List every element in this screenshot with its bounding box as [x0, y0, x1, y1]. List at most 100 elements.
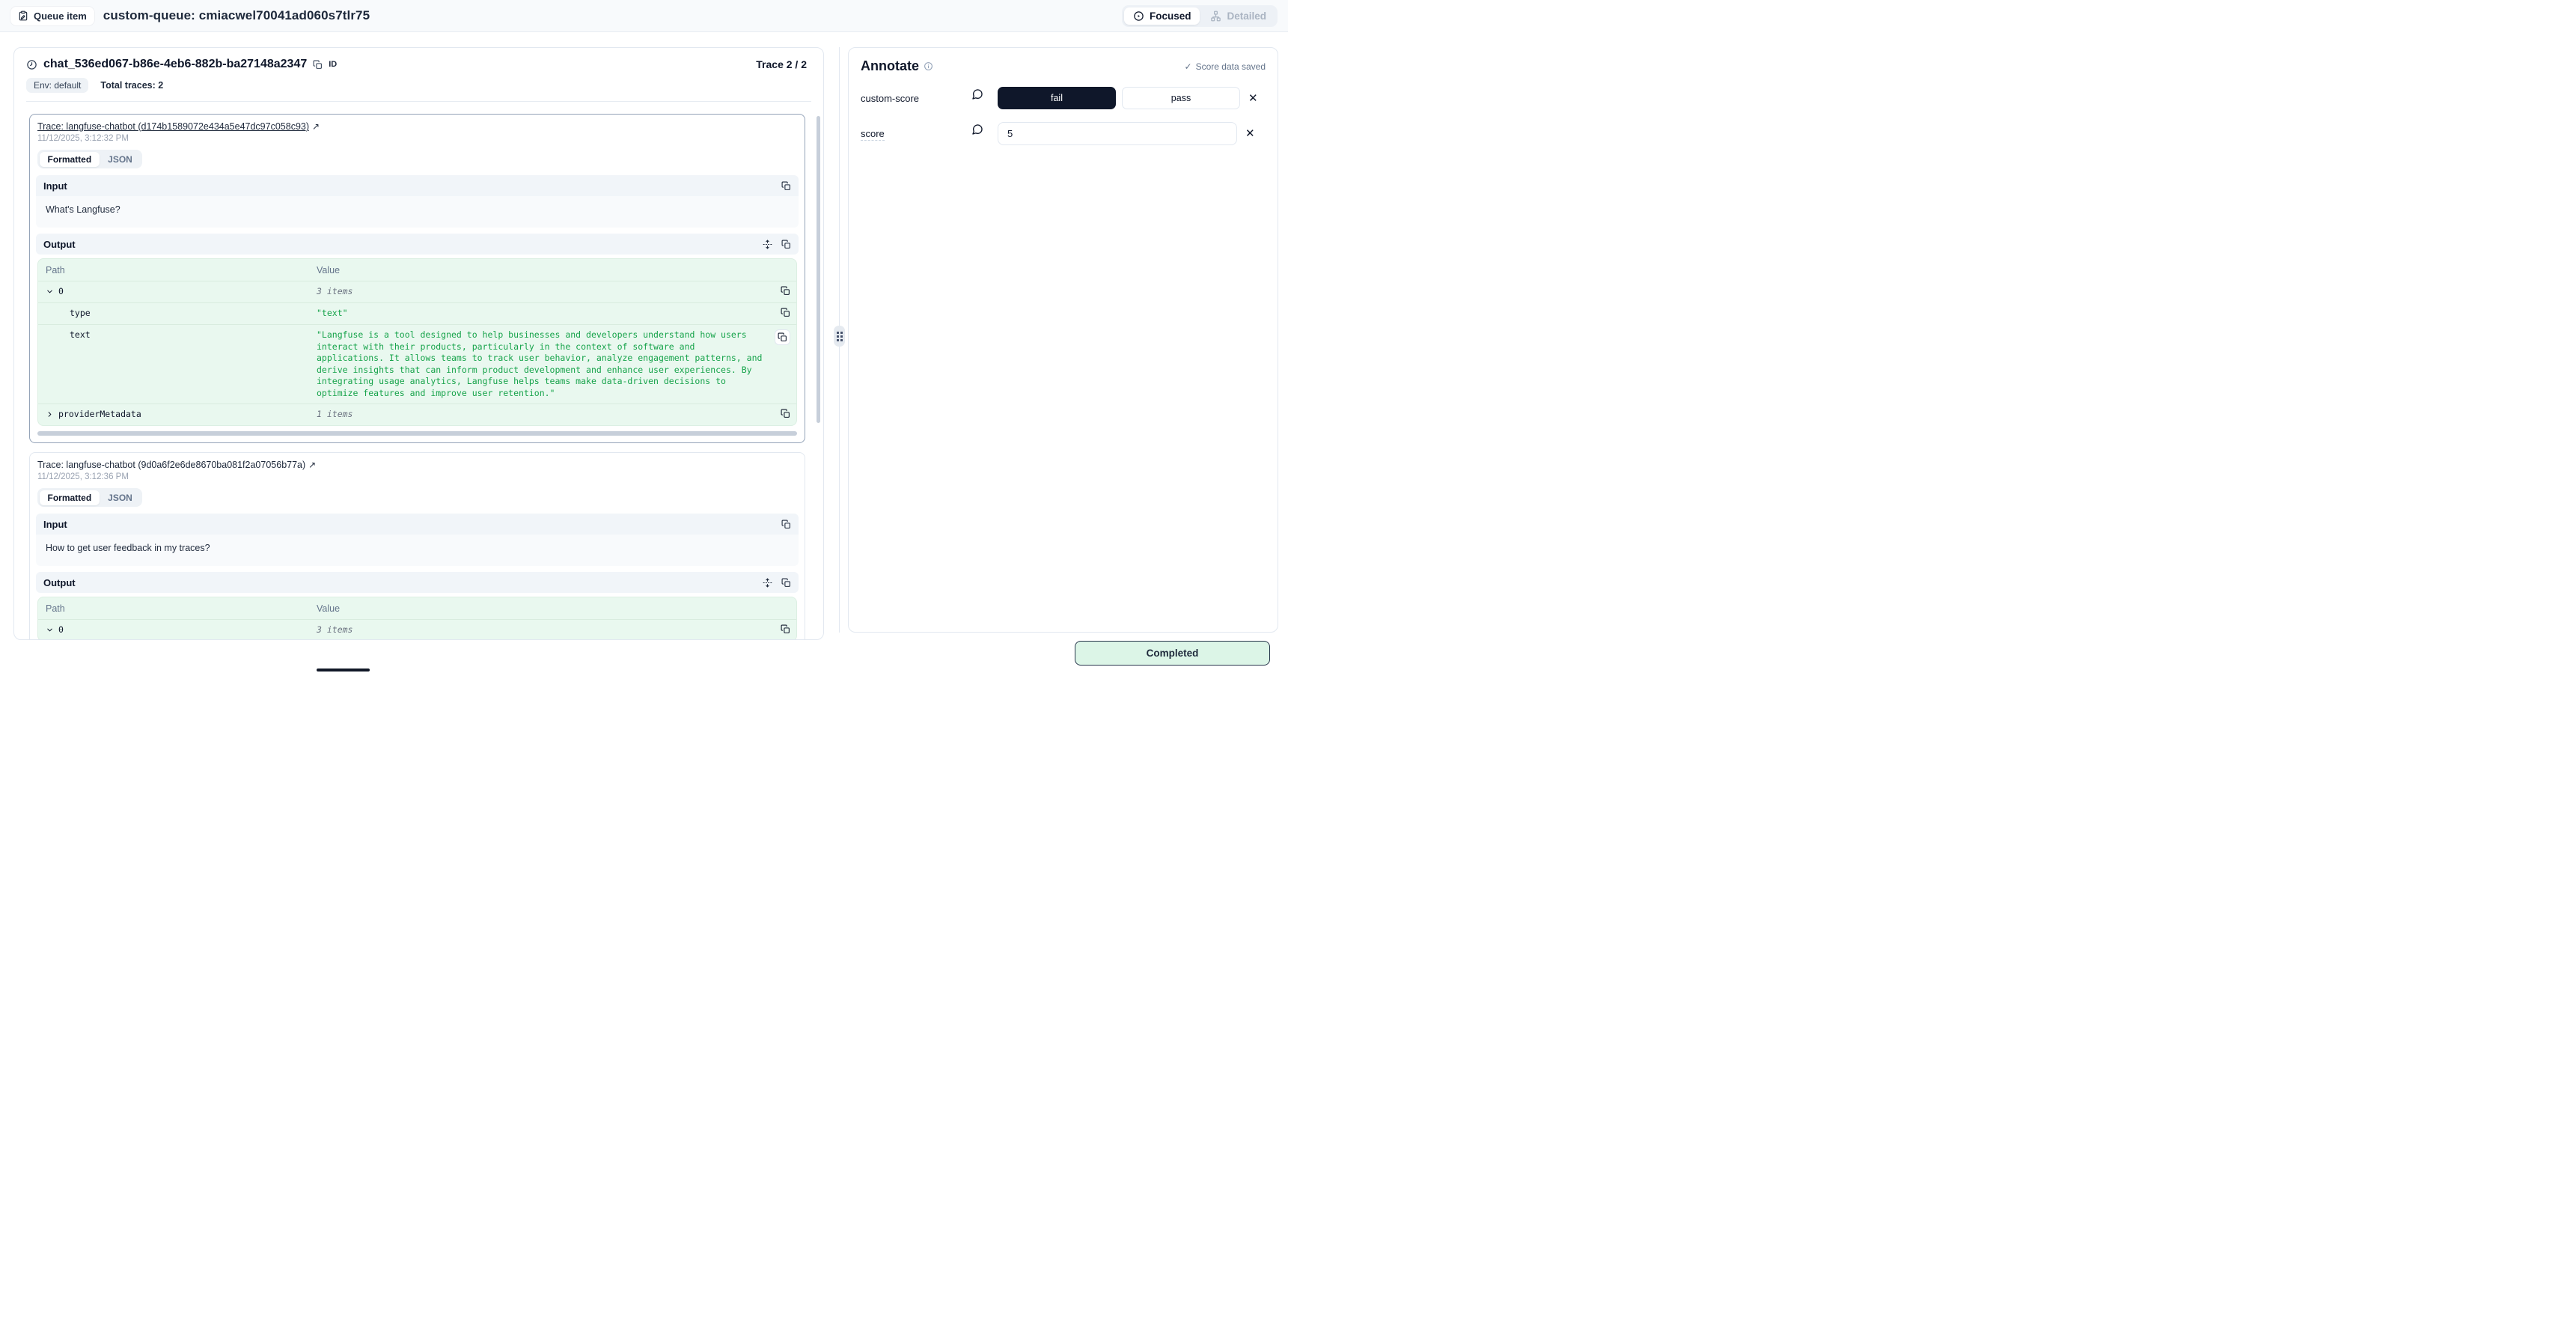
- copy-output-button[interactable]: [781, 578, 791, 588]
- input-section-header: Input: [36, 175, 799, 196]
- score-name-label: custom-score: [861, 87, 971, 104]
- id-label: ID: [329, 60, 337, 69]
- path-column-header: Path: [38, 603, 309, 614]
- input-label: Input: [43, 180, 67, 192]
- queue-item-header: chat_536ed067-b86e-4eb6-882b-ba27148a234…: [14, 48, 823, 102]
- delete-score-button[interactable]: ✕: [1245, 127, 1255, 140]
- chevron-down-icon[interactable]: [46, 287, 54, 296]
- view-mode-toggle: Focused Detailed: [1122, 5, 1278, 27]
- trace-card-2: Trace: langfuse-chatbot (9d0a6f2e6de8670…: [29, 452, 805, 640]
- json-table-header: Path Value: [38, 597, 796, 619]
- score-option-fail-button[interactable]: fail: [998, 87, 1116, 109]
- score-row-custom-score: custom-score fail pass ✕: [849, 87, 1278, 109]
- detailed-view-button[interactable]: Detailed: [1201, 7, 1275, 25]
- copy-row-button[interactable]: [775, 329, 790, 345]
- tab-json[interactable]: JSON: [100, 152, 141, 167]
- external-link-icon: ↗: [308, 460, 316, 470]
- item-title: chat_536ed067-b86e-4eb6-882b-ba27148a234…: [43, 58, 307, 71]
- input-label: Input: [43, 519, 67, 530]
- trace-1-link[interactable]: Trace: langfuse-chatbot (d174b1589072e43…: [37, 121, 309, 132]
- comment-icon[interactable]: [971, 124, 983, 135]
- copy-row-button[interactable]: [781, 308, 790, 317]
- json-row-0[interactable]: 0 3 items: [38, 619, 796, 640]
- output-label: Output: [43, 239, 76, 250]
- horizontal-scrollbar[interactable]: [37, 431, 797, 436]
- comment-icon[interactable]: [971, 88, 983, 100]
- traces-scroll-area: Trace: langfuse-chatbot (d174b1589072e43…: [14, 102, 823, 640]
- completed-button[interactable]: Completed: [1075, 641, 1270, 666]
- score-option-pass-button[interactable]: pass: [1122, 87, 1240, 109]
- x-icon: ✕: [1248, 92, 1258, 105]
- save-status-label: Score data saved: [1196, 61, 1266, 72]
- focused-view-label: Focused: [1150, 10, 1191, 22]
- score-row-score: score ✕: [849, 122, 1278, 145]
- trace-counter: Trace 2 / 2: [756, 58, 811, 70]
- input-section-header: Input: [36, 514, 799, 535]
- json-row-providerMetadata[interactable]: providerMetadata 1 items: [38, 403, 796, 425]
- x-icon: ✕: [1245, 127, 1255, 140]
- external-link-icon: ↗: [312, 121, 320, 132]
- queue-item-badge-label: Queue item: [34, 10, 87, 22]
- tab-json[interactable]: JSON: [100, 490, 141, 505]
- output-section-header: Output: [36, 234, 799, 255]
- focus-icon: [1133, 10, 1144, 22]
- tab-formatted[interactable]: Formatted: [40, 152, 100, 167]
- copy-row-button[interactable]: [781, 286, 790, 296]
- trace-1-format-tabs: Formatted JSON: [37, 150, 142, 168]
- path-column-header: Path: [38, 265, 309, 275]
- trace-2-format-tabs: Formatted JSON: [37, 488, 142, 507]
- json-row-0-value: 3 items: [309, 624, 774, 636]
- save-status: ✓ Score data saved: [1185, 61, 1266, 72]
- grip-dots-icon: [837, 332, 843, 341]
- chevron-down-icon[interactable]: [46, 626, 54, 634]
- total-traces-label: Total traces: 2: [100, 80, 163, 91]
- json-row-text[interactable]: text "Langfuse is a tool designed to hel…: [38, 324, 796, 403]
- annotate-title: Annotate: [861, 58, 919, 74]
- output-label: Output: [43, 577, 76, 588]
- panel-resize-handle[interactable]: [834, 326, 845, 347]
- copy-row-button[interactable]: [781, 624, 790, 634]
- trace-1-timestamp: 11/12/2025, 3:12:32 PM: [37, 134, 797, 143]
- copy-input-button[interactable]: [781, 520, 791, 529]
- copy-input-button[interactable]: [781, 181, 791, 191]
- focused-view-button[interactable]: Focused: [1124, 7, 1200, 25]
- json-row-0[interactable]: 0 3 items: [38, 281, 796, 302]
- value-column-header: Value: [309, 265, 774, 275]
- input-text: What's Langfuse?: [36, 196, 799, 228]
- score-value-input[interactable]: [998, 122, 1237, 145]
- json-row-text-value: "Langfuse is a tool designed to help bus…: [309, 329, 774, 399]
- output-section-header: Output: [36, 572, 799, 593]
- json-row-type-value: "text": [309, 308, 774, 320]
- copy-row-button[interactable]: [781, 409, 790, 418]
- top-bar: Queue item custom-queue: cmiacwel70041ad…: [0, 0, 1288, 32]
- expand-vertical-icon[interactable]: [763, 240, 772, 249]
- value-column-header: Value: [309, 603, 774, 614]
- json-row-type[interactable]: type "text": [38, 302, 796, 324]
- clipboard-pen-icon: [18, 10, 28, 21]
- json-row-providerMetadata-value: 1 items: [309, 409, 774, 421]
- output-json-table: Path Value 0 3 items: [37, 597, 797, 640]
- env-badge: Env: default: [26, 78, 88, 93]
- expand-vertical-icon[interactable]: [763, 578, 772, 588]
- page-title: custom-queue: cmiacwel70041ad060s7tlr75: [103, 8, 370, 23]
- tree-icon: [1210, 10, 1221, 22]
- json-row-0-value: 3 items: [309, 286, 774, 298]
- vertical-scrollbar[interactable]: [817, 116, 820, 423]
- delete-score-button[interactable]: ✕: [1248, 91, 1258, 105]
- tab-formatted[interactable]: Formatted: [40, 490, 100, 505]
- chevron-right-icon[interactable]: [46, 410, 54, 418]
- input-text: How to get user feedback in my traces?: [36, 535, 799, 566]
- copy-id-button[interactable]: [313, 60, 323, 70]
- copy-output-button[interactable]: [781, 240, 791, 249]
- trace-card-1: Trace: langfuse-chatbot (d174b1589072e43…: [29, 114, 805, 443]
- output-json-table: Path Value 0 3 items type "text: [37, 258, 797, 426]
- detailed-view-label: Detailed: [1227, 10, 1266, 22]
- json-table-header: Path Value: [38, 259, 796, 281]
- annotate-panel: Annotate ✓ Score data saved custom-score…: [848, 47, 1278, 633]
- score-name-label: score: [861, 128, 885, 141]
- clock-icon: [26, 59, 37, 70]
- info-icon: [924, 61, 933, 71]
- trace-2-link[interactable]: Trace: langfuse-chatbot (9d0a6f2e6de8670…: [37, 460, 305, 470]
- trace-2-timestamp: 11/12/2025, 3:12:36 PM: [37, 472, 797, 481]
- page-hscrollbar-thumb[interactable]: [317, 669, 370, 672]
